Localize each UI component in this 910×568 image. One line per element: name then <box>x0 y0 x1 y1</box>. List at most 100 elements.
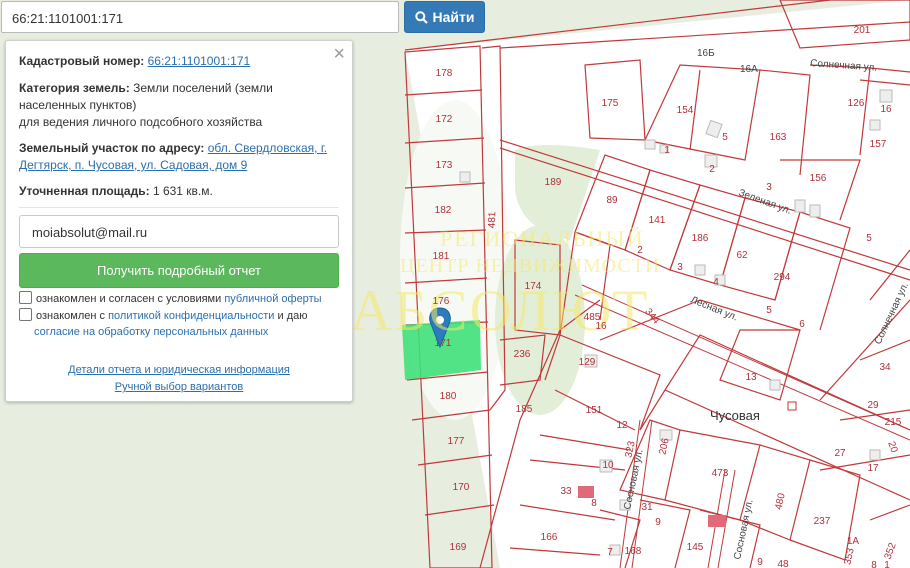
category-value-3: для ведения личного подсобного хозяйства <box>19 115 263 129</box>
svg-text:481: 481 <box>487 211 499 228</box>
area-label: Уточненная площадь: <box>19 184 150 198</box>
svg-text:3: 3 <box>677 262 683 273</box>
divider <box>19 207 339 208</box>
watermark-line1: РЕГИОНАЛЬНЫЙ <box>440 226 644 251</box>
svg-text:27: 27 <box>834 448 846 459</box>
cadastral-number-link[interactable]: 66:21:1101001:171 <box>148 54 251 68</box>
svg-text:185: 185 <box>516 404 533 415</box>
category-row: Категория земель: Земли поселений (земли… <box>19 80 337 131</box>
get-report-button[interactable]: Получить подробный отчет <box>19 253 339 288</box>
svg-text:1: 1 <box>884 560 890 568</box>
svg-text:236: 236 <box>514 349 531 360</box>
svg-text:157: 157 <box>870 139 887 150</box>
svg-text:31: 31 <box>641 502 653 513</box>
manual-selection-link[interactable]: Ручной выбор вариантов <box>115 381 243 393</box>
svg-text:175: 175 <box>602 98 619 109</box>
svg-text:154: 154 <box>677 105 694 116</box>
manual-row: Ручной выбор вариантов <box>6 379 352 396</box>
svg-text:201: 201 <box>854 25 871 36</box>
svg-text:186: 186 <box>692 233 709 244</box>
svg-text:178: 178 <box>436 68 453 79</box>
privacy-tail: и даю <box>277 310 308 322</box>
svg-text:16: 16 <box>595 321 607 332</box>
details-row: Детали отчета и юридическая информация <box>6 362 352 379</box>
privacy-consent: ознакомлен с политикой конфиденциальност… <box>19 308 339 340</box>
search-input[interactable] <box>10 3 394 33</box>
svg-text:8: 8 <box>871 560 877 568</box>
category-value-1: Земли поселений (земли <box>133 81 273 95</box>
svg-text:3: 3 <box>766 182 772 193</box>
svg-text:172: 172 <box>436 114 453 125</box>
svg-text:9: 9 <box>757 557 763 568</box>
svg-text:48: 48 <box>777 559 789 568</box>
svg-text:Чусовая: Чусовая <box>710 408 760 423</box>
svg-text:62: 62 <box>736 250 748 261</box>
svg-text:5: 5 <box>766 305 772 316</box>
offer-text: ознакомлен и согласен с условиями <box>36 293 222 305</box>
building-highlight <box>578 486 594 498</box>
info-panel: × Кадастровый номер: 66:21:1101001:171 К… <box>5 40 353 402</box>
svg-text:163: 163 <box>770 132 787 143</box>
svg-text:473: 473 <box>712 468 729 479</box>
svg-text:141: 141 <box>649 215 666 226</box>
cadastral-row: Кадастровый номер: 66:21:1101001:171 <box>19 53 337 70</box>
svg-text:16Б: 16Б <box>697 48 715 59</box>
privacy-link[interactable]: политикой конфиденциальности <box>108 310 274 322</box>
svg-text:151: 151 <box>586 405 603 416</box>
find-button-label: Найти <box>432 9 475 25</box>
svg-text:89: 89 <box>606 195 618 206</box>
svg-text:2: 2 <box>637 245 643 256</box>
svg-text:171: 171 <box>435 338 452 349</box>
search-box[interactable] <box>1 1 399 33</box>
svg-text:4: 4 <box>713 277 719 288</box>
details-link[interactable]: Детали отчета и юридическая информация <box>68 364 290 376</box>
svg-text:170: 170 <box>453 482 470 493</box>
svg-text:181: 181 <box>433 251 450 262</box>
svg-text:34: 34 <box>879 362 891 373</box>
svg-text:13: 13 <box>745 372 757 383</box>
cadastral-label: Кадастровый номер: <box>19 54 145 68</box>
address-link-2[interactable]: Дегтярск, п. Чусовая, ул. Садовая, дом 9 <box>19 158 247 172</box>
svg-text:2: 2 <box>709 164 715 175</box>
offer-link[interactable]: публичной оферты <box>224 293 321 305</box>
svg-text:6: 6 <box>799 319 805 330</box>
category-value-2: населенных пунктов) <box>19 98 137 112</box>
svg-text:177: 177 <box>448 436 465 447</box>
svg-text:176: 176 <box>433 296 450 307</box>
svg-text:7: 7 <box>607 547 613 558</box>
svg-text:10: 10 <box>602 460 614 471</box>
building-highlight <box>708 515 726 527</box>
area-row: Уточненная площадь: 1 631 кв.м. <box>19 183 337 200</box>
privacy-checkbox[interactable] <box>19 308 32 321</box>
personal-data-link[interactable]: согласие на обработку персональных данны… <box>34 326 268 338</box>
find-button[interactable]: Найти <box>404 1 485 33</box>
svg-text:33: 33 <box>560 486 572 497</box>
svg-text:5: 5 <box>866 233 872 244</box>
svg-text:16: 16 <box>880 104 892 115</box>
watermark-brand: АБСОЛЮТ <box>350 278 649 343</box>
svg-text:169: 169 <box>450 542 467 553</box>
svg-text:126: 126 <box>848 98 865 109</box>
address-link-1[interactable]: обл. Свердловская, г. <box>208 141 327 155</box>
svg-text:16А: 16А <box>740 64 758 75</box>
svg-text:156: 156 <box>810 173 827 184</box>
search-icon <box>414 10 428 24</box>
svg-text:12: 12 <box>616 420 628 431</box>
svg-text:1A: 1A <box>847 536 860 547</box>
svg-text:1: 1 <box>664 145 670 156</box>
svg-text:17: 17 <box>867 463 879 474</box>
svg-text:237: 237 <box>814 516 831 527</box>
area-value: 1 631 кв.м. <box>152 184 213 198</box>
svg-text:294: 294 <box>774 272 791 283</box>
email-field[interactable]: moiabsolut@mail.ru <box>19 215 339 248</box>
svg-text:9: 9 <box>655 517 661 528</box>
address-label: Земельный участок по адресу: <box>19 141 205 155</box>
svg-text:29: 29 <box>867 400 879 411</box>
svg-text:182: 182 <box>435 205 452 216</box>
offer-checkbox[interactable] <box>19 291 32 304</box>
svg-text:5: 5 <box>722 132 728 143</box>
svg-text:145: 145 <box>687 542 704 553</box>
svg-text:129: 129 <box>579 357 596 368</box>
svg-text:173: 173 <box>436 160 453 171</box>
svg-text:168: 168 <box>625 546 642 557</box>
